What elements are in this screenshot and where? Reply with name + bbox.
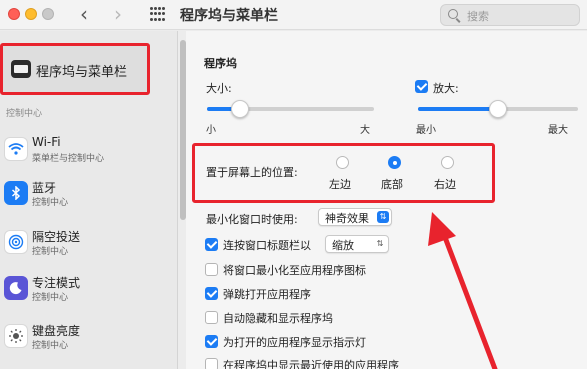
sidebar-item-name: Wi-Fi bbox=[32, 135, 61, 149]
position-label: 置于屏幕上的位置: bbox=[206, 166, 298, 179]
forward-arrow-icon[interactable]: › bbox=[114, 2, 122, 26]
autohide-dock-checkbox[interactable] bbox=[205, 311, 218, 324]
sidebar-item-sub: 菜单栏与控制中心 bbox=[32, 154, 105, 164]
zoom-window-button[interactable] bbox=[42, 8, 54, 20]
show-indicators-label: 为打开的应用程序显示指示灯 bbox=[223, 336, 366, 349]
animate-opening-label: 弹跳打开应用程序 bbox=[223, 288, 311, 301]
section-title: 程序坞 bbox=[204, 57, 237, 70]
double-click-action-value: 缩放 bbox=[332, 239, 354, 252]
position-left-radio[interactable] bbox=[336, 156, 349, 169]
size-min-label: 小 bbox=[206, 125, 216, 136]
size-label: 大小: bbox=[206, 82, 232, 95]
sidebar-section-label: 控制中心 bbox=[6, 109, 43, 119]
minimize-window-button[interactable] bbox=[25, 8, 37, 20]
position-left-label: 左边 bbox=[329, 178, 351, 191]
show-recent-apps-checkbox[interactable] bbox=[205, 358, 218, 369]
sidebar-item-sub: 控制中心 bbox=[32, 247, 69, 257]
magnify-checkbox[interactable] bbox=[415, 80, 428, 93]
bluetooth-icon bbox=[4, 181, 28, 205]
size-slider[interactable] bbox=[207, 100, 374, 118]
animate-opening-checkbox[interactable] bbox=[205, 287, 218, 300]
title-bar: ‹ › 程序坞与菜单栏 搜索 bbox=[0, 0, 587, 30]
magnify-slider-knob[interactable] bbox=[489, 100, 507, 118]
chevron-updown-icon: ⇅ bbox=[376, 239, 384, 248]
show-indicators-checkbox[interactable] bbox=[205, 335, 218, 348]
sidebar-item-airdrop[interactable]: 隔空投送 控制中心 bbox=[4, 224, 174, 264]
position-bottom-radio[interactable] bbox=[388, 156, 401, 169]
minimize-effect-select[interactable]: 神奇效果 ⇅ bbox=[318, 208, 392, 226]
back-arrow-icon[interactable]: ‹ bbox=[80, 2, 88, 26]
magnify-slider-fill bbox=[418, 107, 498, 111]
minimize-to-app-checkbox[interactable] bbox=[205, 263, 218, 276]
sidebar-item-name: 蓝牙 bbox=[32, 181, 57, 195]
double-click-label: 连按窗口标题栏以 bbox=[223, 239, 311, 252]
search-input[interactable]: 搜索 bbox=[440, 4, 580, 26]
minimize-effect-label: 最小化窗口时使用: bbox=[206, 213, 298, 226]
sidebar-item-focus[interactable]: 专注模式 控制中心 bbox=[4, 270, 174, 310]
chevron-updown-icon: ⇅ bbox=[377, 211, 389, 223]
sidebar-item-sub: 控制中心 bbox=[32, 341, 69, 351]
sidebar-item-bluetooth[interactable]: 蓝牙 控制中心 bbox=[4, 175, 174, 215]
search-placeholder: 搜索 bbox=[467, 10, 489, 23]
size-max-label: 大 bbox=[360, 125, 370, 136]
sidebar-item-name: 专注模式 bbox=[32, 276, 81, 290]
double-click-checkbox[interactable] bbox=[205, 238, 218, 251]
sidebar-item-keyboard-brightness[interactable]: 键盘亮度 控制中心 bbox=[4, 318, 174, 358]
keyboard-brightness-icon bbox=[4, 324, 28, 348]
airdrop-icon bbox=[4, 230, 28, 254]
position-right-radio[interactable] bbox=[441, 156, 454, 169]
sidebar-item-sub: 控制中心 bbox=[32, 198, 69, 208]
minimize-to-app-label: 将窗口最小化至应用程序图标 bbox=[223, 264, 366, 277]
magnify-max-label: 最大 bbox=[548, 125, 568, 136]
position-right-label: 右边 bbox=[434, 178, 456, 191]
magnify-label: 放大: bbox=[433, 82, 459, 95]
sidebar-item-dock-menubar[interactable]: 程序坞与菜单栏 bbox=[0, 43, 150, 95]
minimize-effect-value: 神奇效果 bbox=[325, 212, 369, 225]
window-title: 程序坞与菜单栏 bbox=[180, 8, 278, 24]
wifi-icon bbox=[4, 137, 28, 161]
magnify-slider[interactable] bbox=[418, 100, 578, 118]
show-recent-apps-label: 在程序坞中显示最近使用的应用程序 bbox=[223, 359, 399, 369]
show-all-grid-icon[interactable] bbox=[150, 7, 166, 22]
magnify-min-label: 最小 bbox=[416, 125, 436, 136]
position-bottom-label: 底部 bbox=[381, 178, 403, 191]
sidebar-item-wifi[interactable]: Wi-Fi 菜单栏与控制中心 bbox=[4, 131, 174, 171]
sidebar-item-name: 隔空投送 bbox=[32, 230, 81, 244]
sidebar-item-name: 键盘亮度 bbox=[32, 324, 81, 338]
sidebar-item-sub: 控制中心 bbox=[32, 293, 69, 303]
sidebar-item-label: 程序坞与菜单栏 bbox=[36, 65, 128, 80]
double-click-action-select[interactable]: 缩放 ⇅ bbox=[325, 235, 389, 253]
search-icon bbox=[448, 9, 458, 19]
autohide-dock-label: 自动隐藏和显示程序坞 bbox=[223, 312, 333, 325]
focus-moon-icon bbox=[4, 276, 28, 300]
close-window-button[interactable] bbox=[8, 8, 20, 20]
dock-icon bbox=[11, 60, 31, 78]
